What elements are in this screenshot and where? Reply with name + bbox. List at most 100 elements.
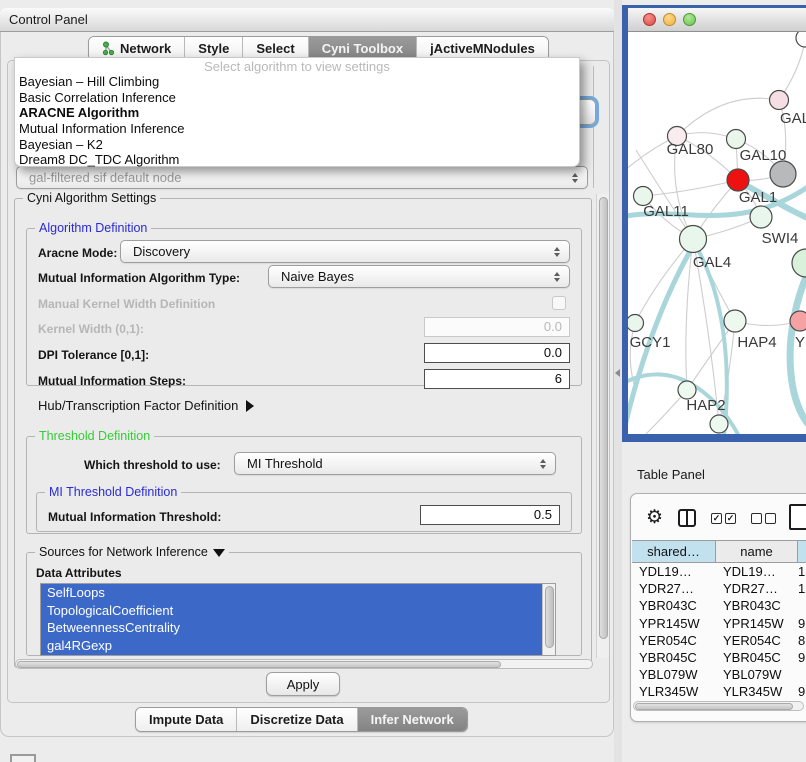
manual-kernel-checkbox[interactable] [552, 296, 566, 310]
table-cell[interactable]: 9. [798, 649, 806, 666]
node-gcy1[interactable] [628, 315, 644, 332]
table-cell[interactable]: 9. [798, 615, 806, 632]
table-hscrollbar-thumb[interactable] [635, 703, 793, 710]
network-edge[interactable] [677, 98, 779, 136]
table-cell[interactable]: YPR145W [632, 615, 716, 632]
popup-algorithm-item[interactable]: Bayesian – Hill Climbing [15, 74, 579, 90]
kernel-width-input[interactable]: 0.0 [424, 317, 570, 337]
table-row[interactable]: YPR145WYPR145W9. [632, 615, 806, 632]
column-header-shared-name[interactable]: shared… [632, 541, 716, 562]
attribute-list-item[interactable]: BetweennessCentrality [41, 619, 555, 637]
table-row[interactable]: YBR043CYBR043C [632, 597, 806, 614]
node-right-green[interactable] [792, 249, 806, 277]
popup-algorithm-item[interactable]: Bayesian – K2 [15, 137, 579, 153]
table-cell[interactable]: 12 [798, 580, 806, 597]
export-table-icon[interactable] [789, 504, 806, 530]
collapse-down-icon[interactable] [213, 549, 225, 557]
table-cell[interactable] [798, 597, 806, 614]
table-panel-titlebar[interactable]: Table Panel [618, 461, 806, 487]
network-edge[interactable] [630, 323, 635, 384]
node-top-right[interactable] [796, 32, 806, 47]
table-cell[interactable]: YER054C [632, 632, 716, 649]
table-cell[interactable]: YBR043C [632, 597, 716, 614]
column-header-name[interactable]: name [716, 541, 798, 562]
network-edge[interactable] [643, 180, 738, 196]
table-cell[interactable]: YDL19… [716, 563, 798, 580]
attribute-list-item[interactable]: SelfLoops [41, 584, 555, 602]
table-cell[interactable]: 13 [798, 563, 806, 580]
table-cell[interactable]: YLR345W [716, 683, 798, 700]
table-cell[interactable]: YDR27… [632, 580, 716, 597]
aracne-mode-combobox[interactable]: Discovery [120, 240, 570, 263]
zoom-traffic-light-icon[interactable] [683, 13, 696, 26]
popup-algorithm-item[interactable]: Basic Correlation Inference [15, 90, 579, 106]
node-hap4[interactable] [724, 310, 746, 332]
table-row[interactable]: YLR345WYLR345W9. [632, 683, 806, 700]
network-canvas[interactable]: GAL7GAL80GAL10GAL1GAL11SWI4GAL4GCY1HAP4Y… [628, 32, 806, 434]
table-row[interactable]: YBR045CYBR045C9. [632, 649, 806, 666]
network-source-combobox[interactable]: gal-filtered sif default node [16, 166, 588, 189]
hub-definition-toggle[interactable]: Hub/Transcription Factor Definition [38, 398, 254, 413]
table-horizontal-scrollbar[interactable] [633, 701, 804, 711]
deselect-all-checkboxes-icon[interactable] [751, 513, 776, 524]
table-cell[interactable]: 9. [798, 683, 806, 700]
popup-algorithm-item[interactable]: Mutual Information Inference [15, 121, 579, 137]
settings-vertical-scrollbar[interactable] [596, 194, 609, 658]
attribute-list-item[interactable]: gal4RGexp [41, 637, 555, 655]
apply-button[interactable]: Apply [266, 672, 340, 696]
list-scrollbar-thumb[interactable] [545, 586, 554, 648]
network-window-titlebar[interactable] [628, 8, 806, 32]
minimize-traffic-light-icon[interactable] [663, 13, 676, 26]
table-cell[interactable]: YPR145W [716, 615, 798, 632]
mi-type-combobox[interactable]: Naive Bayes [268, 265, 570, 288]
attribute-list-item[interactable]: TopologicalCoefficient [41, 602, 555, 620]
node-swi4[interactable] [750, 206, 772, 228]
tab-impute-data[interactable]: Impute Data [136, 708, 236, 731]
node-salmon[interactable] [790, 311, 806, 331]
table-cell[interactable]: YBR045C [716, 649, 798, 666]
table-cell[interactable]: YDL19… [632, 563, 716, 580]
table-cell[interactable]: YBL079W [716, 666, 798, 683]
columns-icon[interactable] [678, 509, 696, 527]
node-gal7[interactable] [770, 91, 789, 110]
mi-steps-input[interactable]: 6 [424, 369, 570, 389]
table-cell[interactable]: YER054C [716, 632, 798, 649]
list-scrollbar[interactable] [542, 584, 555, 655]
table-row[interactable]: YDL19…YDL19…13 [632, 563, 806, 580]
table-cell[interactable]: YBL079W [632, 666, 716, 683]
table-cell[interactable] [798, 666, 806, 683]
settings-vscrollbar-thumb[interactable] [599, 197, 608, 639]
node-gray[interactable] [770, 161, 796, 187]
table-row[interactable]: YDR27…YDR27…12 [632, 580, 806, 597]
table-cell[interactable]: YBR043C [716, 597, 798, 614]
dpi-tolerance-input[interactable]: 0.0 [424, 343, 570, 363]
node-gal1[interactable] [727, 169, 749, 191]
select-all-checkboxes-icon[interactable]: ✓✓ [711, 513, 736, 524]
control-panel-titlebar[interactable]: Control Panel [0, 8, 614, 32]
collapsed-widget-fragment[interactable] [10, 754, 36, 762]
node-gal4[interactable] [680, 226, 707, 253]
settings-horizontal-scrollbar[interactable] [15, 659, 593, 669]
expand-right-icon[interactable] [246, 400, 254, 412]
node-bottom[interactable] [710, 415, 728, 433]
mi-threshold-input[interactable]: 0.5 [420, 505, 560, 525]
popup-algorithm-item[interactable]: Dream8 DC_TDC Algorithm [15, 152, 579, 168]
tab-discretize-data[interactable]: Discretize Data [236, 708, 356, 731]
table-cell[interactable]: 8. [798, 632, 806, 649]
column-header-partial[interactable] [798, 541, 806, 562]
table-row[interactable]: YER054CYER054C8. [632, 632, 806, 649]
popup-algorithm-item[interactable]: ARACNE Algorithm [15, 105, 579, 121]
table-row[interactable]: YBL079WYBL079W [632, 666, 806, 683]
node-gal10[interactable] [727, 130, 746, 149]
which-threshold-combobox[interactable]: MI Threshold [234, 452, 556, 475]
close-traffic-light-icon[interactable] [643, 13, 656, 26]
sources-title[interactable]: Sources for Network Inference [35, 545, 229, 559]
table-cell[interactable]: YBR045C [632, 649, 716, 666]
gear-icon[interactable]: ⚙ [646, 508, 663, 528]
table-cell[interactable]: YDR27… [716, 580, 798, 597]
settings-hscrollbar-thumb[interactable] [17, 661, 501, 668]
panel-divider[interactable] [614, 0, 622, 762]
table-cell[interactable]: YLR345W [632, 683, 716, 700]
divider-collapse-icon[interactable] [615, 369, 620, 377]
tab-infer-network[interactable]: Infer Network [357, 708, 467, 731]
